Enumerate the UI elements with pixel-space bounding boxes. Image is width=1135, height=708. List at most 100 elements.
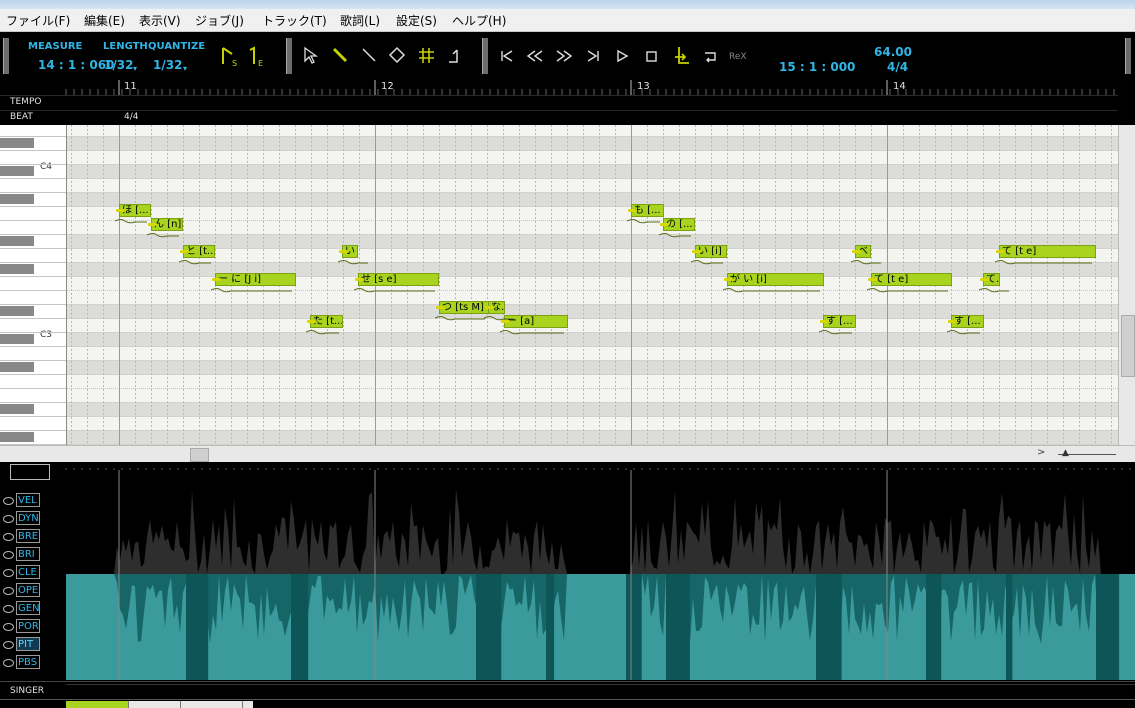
control-button-bri[interactable]: BRI xyxy=(16,547,40,561)
visibility-eye-icon[interactable] xyxy=(3,605,14,613)
beat-label: BEAT xyxy=(10,112,33,122)
visibility-eye-icon[interactable] xyxy=(3,641,14,649)
control-button-gen[interactable]: GEN xyxy=(16,601,40,615)
loop-icon[interactable] xyxy=(701,47,719,65)
line-tool-icon[interactable] xyxy=(360,46,378,66)
visibility-eye-icon[interactable] xyxy=(3,623,14,631)
menu-job[interactable]: ジョブ(J) xyxy=(195,12,244,29)
visibility-eye-icon[interactable] xyxy=(3,515,14,523)
auto-scroll-icon[interactable] xyxy=(671,45,691,67)
pencil-tool-icon[interactable] xyxy=(331,46,349,66)
visibility-eye-icon[interactable] xyxy=(3,551,14,559)
note[interactable]: ー に [J i] xyxy=(215,273,296,286)
vertical-scroll-thumb[interactable] xyxy=(1121,315,1135,377)
menu-settings[interactable]: 設定(S) xyxy=(396,12,437,29)
pitch-dot xyxy=(820,320,829,323)
quantize-dropdown-icon[interactable]: ▾ xyxy=(183,64,187,73)
beat-lane[interactable]: BEAT 4/4 xyxy=(0,110,1118,125)
vertical-scrollbar[interactable] xyxy=(1118,125,1135,445)
stop-icon[interactable] xyxy=(643,47,659,65)
zoom-slider[interactable]: ▲ xyxy=(1050,445,1135,463)
rex-icon[interactable]: ReX xyxy=(729,52,747,62)
menu-edit[interactable]: 編集(E) xyxy=(84,12,125,29)
note[interactable]: が い [i] xyxy=(727,273,824,286)
menu-view[interactable]: 表示(V) xyxy=(139,12,181,29)
control-curve-editor[interactable] xyxy=(66,470,1135,680)
control-button-dyn[interactable]: DYN xyxy=(16,511,40,525)
control-button-ope[interactable]: OPE xyxy=(16,583,40,597)
control-button-cle[interactable]: CLE xyxy=(16,565,40,579)
pitch-dot xyxy=(980,278,989,281)
go-to-start-icon[interactable] xyxy=(499,47,515,65)
control-button-por[interactable]: POR xyxy=(16,619,40,633)
pitch-dot xyxy=(485,306,494,309)
quantize-label: QUANTIZE xyxy=(148,41,206,52)
singer-lane[interactable]: SINGER xyxy=(0,681,1135,700)
note[interactable]: せ [s e] xyxy=(358,273,439,286)
quantize-select[interactable]: 1/32 xyxy=(153,58,182,72)
tempo-value: 64.00 xyxy=(874,45,912,59)
pitch-dot xyxy=(180,250,189,253)
visibility-eye-icon[interactable] xyxy=(3,533,14,541)
control-button-pit[interactable]: PIT xyxy=(16,637,40,651)
rewind-icon[interactable] xyxy=(526,47,544,65)
control-button-vel[interactable]: VEL xyxy=(16,493,40,507)
beat-value: 4/4 xyxy=(124,112,139,122)
go-to-end-icon[interactable] xyxy=(585,47,601,65)
pitch-dot xyxy=(692,250,701,253)
pitch-curve-mark xyxy=(627,219,660,224)
control-value-box[interactable] xyxy=(10,464,50,480)
note[interactable]: つ [ts M] xyxy=(439,301,489,314)
pitch-dot xyxy=(339,250,348,253)
horizontal-scroll-thumb[interactable] xyxy=(190,448,209,462)
svg-text:E: E xyxy=(258,59,263,68)
toolbar-grip[interactable] xyxy=(3,38,9,74)
measure-number: 14 xyxy=(893,81,906,92)
pitch-curve-mark xyxy=(435,316,485,321)
control-button-bre[interactable]: BRE xyxy=(16,529,40,543)
visibility-eye-icon[interactable] xyxy=(3,497,14,505)
control-button-pbs[interactable]: PBS xyxy=(16,655,40,669)
length-select[interactable]: 1/32 xyxy=(104,58,133,72)
menu-lyrics[interactable]: 歌詞(L) xyxy=(340,12,380,29)
tempo-lane[interactable]: TEMPO xyxy=(0,95,1118,110)
pitch-dot xyxy=(628,209,637,212)
scroll-right-icon[interactable]: > xyxy=(1037,447,1045,458)
window-titlebar xyxy=(0,0,1135,9)
note[interactable]: て [t e] xyxy=(999,245,1096,258)
menu-track[interactable]: トラック(T) xyxy=(262,12,327,29)
start-marker-icon[interactable]: S xyxy=(220,46,240,68)
toolbar-grip[interactable] xyxy=(482,38,488,74)
svg-text:S: S xyxy=(232,59,237,68)
pitch-curve-mark xyxy=(979,288,1009,293)
visibility-eye-icon[interactable] xyxy=(3,587,14,595)
toolbar-grip[interactable] xyxy=(1125,38,1131,74)
horizontal-scrollbar[interactable]: > xyxy=(0,445,1050,463)
length-dropdown-icon[interactable]: ▾ xyxy=(133,64,137,73)
play-icon[interactable] xyxy=(614,47,630,65)
toolbar-grip[interactable] xyxy=(286,38,292,74)
piano-roll[interactable]: C4 C3 ほ [... ん [n] と [t... ー に [J i] た [… xyxy=(0,125,1118,445)
curve-icon[interactable] xyxy=(445,46,463,66)
pitch-dot xyxy=(724,278,733,281)
time-signature-value: 4/4 xyxy=(887,60,909,74)
menu-help[interactable]: ヘルプ(H) xyxy=(452,12,506,29)
menu-file[interactable]: ファイル(F) xyxy=(6,12,70,29)
piano-keyboard[interactable]: C4 C3 xyxy=(0,125,67,445)
fast-forward-icon[interactable] xyxy=(555,47,573,65)
pitch-dot xyxy=(116,209,125,212)
zoom-thumb-icon[interactable]: ▲ xyxy=(1062,448,1069,458)
visibility-eye-icon[interactable] xyxy=(3,659,14,667)
measure-ruler[interactable]: 11 12 13 14 xyxy=(0,80,1118,95)
eraser-tool-icon[interactable] xyxy=(388,46,406,66)
end-marker-icon[interactable]: E xyxy=(247,46,267,68)
arrow-tool-icon[interactable] xyxy=(302,46,320,66)
singer-label: SINGER xyxy=(10,686,45,696)
grid-snap-icon[interactable] xyxy=(417,46,435,66)
visibility-eye-icon[interactable] xyxy=(3,569,14,577)
pitch-dot xyxy=(996,250,1005,253)
pitch-curve-mark xyxy=(947,330,980,335)
pitch-dot xyxy=(948,320,957,323)
note[interactable]: て [t e] xyxy=(871,273,952,286)
pitch-curve-graph[interactable] xyxy=(66,470,1135,680)
